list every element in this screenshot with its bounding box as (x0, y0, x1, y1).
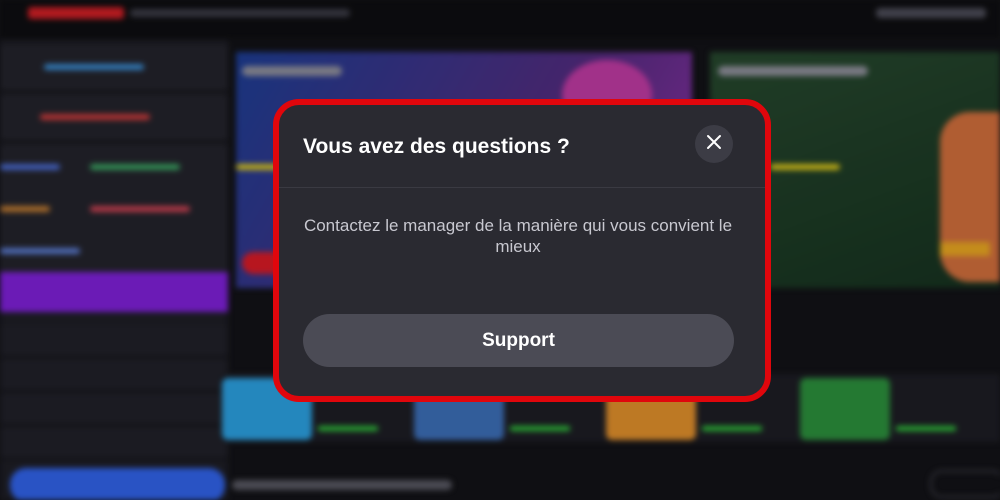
support-button-label: Support (482, 329, 555, 351)
close-button[interactable] (695, 125, 733, 163)
modal-header: Vous avez des questions ? (279, 105, 765, 188)
contact-modal: Vous avez des questions ? Contactez le m… (273, 99, 771, 402)
close-icon (706, 134, 722, 155)
support-button[interactable]: Support (303, 314, 734, 367)
modal-title: Vous avez des questions ? (303, 135, 570, 158)
modal-message: Contactez le manager de la manière qui v… (303, 216, 733, 256)
